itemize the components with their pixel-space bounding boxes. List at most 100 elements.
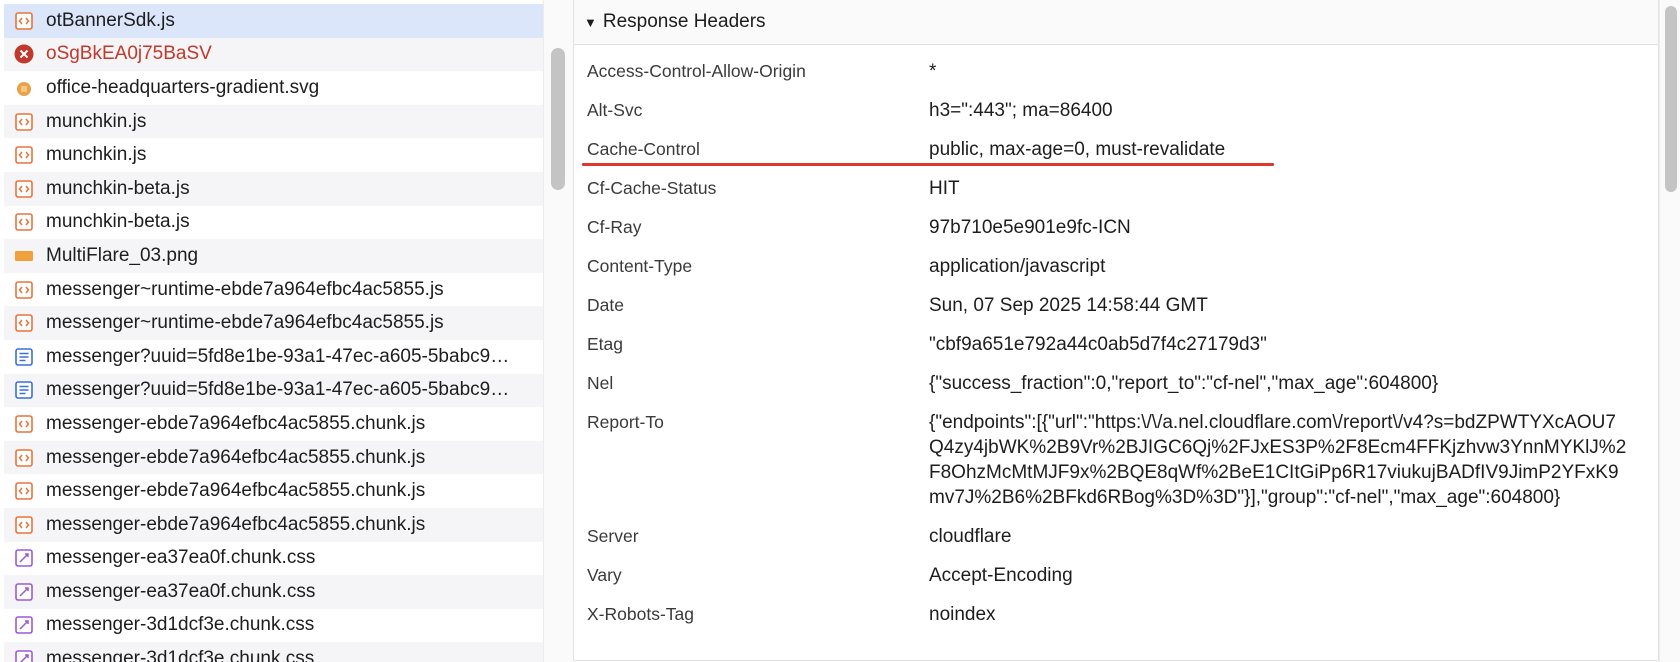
header-name: X-Robots-Tag [587, 604, 694, 624]
resource-name: messenger~runtime-ebde7a964efbc4ac5855.j… [46, 312, 444, 334]
header-name: Alt-Svc [587, 100, 643, 120]
resource-row[interactable]: messenger~runtime-ebde7a964efbc4ac5855.j… [4, 272, 543, 307]
network-inspector: otBannerSdk.js oSgBkEA0j75BaSV office-head… [0, 0, 1680, 662]
header-row: X-Robots-Tag noindex [574, 595, 1658, 634]
resource-row[interactable]: munchkin.js [4, 138, 543, 172]
resource-row[interactable]: oSgBkEA0j75BaSV [4, 37, 543, 72]
resource-row[interactable]: messenger~runtime-ebde7a964efbc4ac5855.j… [4, 306, 543, 340]
resource-list-scrollbar[interactable] [551, 48, 565, 190]
resource-name: messenger-3d1dcf3e.chunk.css [46, 648, 315, 662]
resource-row[interactable]: messenger?uuid=5fd8e1be-93a1-47ec-a605-5… [4, 339, 543, 374]
details-scrollbar[interactable] [1665, 6, 1677, 192]
header-value: 97b710e5e901e9fc-ICN [929, 217, 1131, 238]
document-icon [14, 380, 34, 400]
header-row: Server cloudflare [574, 517, 1658, 556]
header-name: Nel [587, 373, 614, 393]
header-row: Cf-Ray 97b710e5e901e9fc-ICN [574, 208, 1658, 247]
header-value: {"success_fraction":0,"report_to":"cf-ne… [929, 373, 1439, 394]
response-headers-toggle[interactable]: ▼ Response Headers [574, 0, 1658, 45]
resource-name: otBannerSdk.js [46, 9, 175, 31]
script-icon [14, 515, 34, 535]
resource-row[interactable]: MultiFlare_03.png [4, 239, 543, 273]
header-value: "cbf9a651e792a44c0ab5d7f4c27179d3" [929, 334, 1267, 355]
resource-name: munchkin.js [46, 144, 147, 166]
stylesheet-icon [14, 615, 34, 635]
header-name: Server [587, 526, 639, 546]
resource-row[interactable]: messenger-ea37ea0f.chunk.css [4, 541, 543, 576]
script-icon [14, 448, 34, 468]
header-row: Alt-Svc h3=":443"; ma=86400 [574, 91, 1658, 130]
header-row: Date Sun, 07 Sep 2025 14:58:44 GMT [574, 286, 1658, 325]
resource-name: messenger-3d1dcf3e.chunk.css [46, 614, 315, 636]
header-row: Cf-Cache-Status HIT [574, 169, 1658, 208]
resource-name: messenger-ebde7a964efbc4ac5855.chunk.js [46, 513, 426, 535]
resource-name: messenger~runtime-ebde7a964efbc4ac5855.j… [46, 278, 444, 300]
resource-row[interactable]: messenger-3d1dcf3e.chunk.css [4, 608, 543, 643]
script-icon [14, 179, 34, 199]
header-name: Cf-Ray [587, 217, 642, 237]
header-row: Access-Control-Allow-Origin * [574, 52, 1658, 91]
resource-row[interactable]: munchkin-beta.js [4, 171, 543, 206]
header-value: cloudflare [929, 526, 1012, 547]
header-value: Sun, 07 Sep 2025 14:58:44 GMT [929, 295, 1208, 316]
header-name: Cache-Control [587, 139, 700, 159]
header-value: noindex [929, 604, 996, 625]
resource-name: messenger?uuid=5fd8e1be-93a1-47ec-a605-5… [46, 345, 510, 367]
response-headers-section: ▼ Response Headers Access-Control-Allow-… [573, 0, 1659, 661]
header-row: Nel {"success_fraction":0,"report_to":"cf… [574, 364, 1658, 403]
header-value: {"endpoints":[{"url":"https:\/\/a.nel.cl… [929, 412, 1627, 508]
script-icon [14, 145, 34, 165]
disclosure-triangle-icon[interactable]: ▼ [584, 15, 597, 30]
resource-row[interactable]: messenger-ebde7a964efbc4ac5855.chunk.js [4, 507, 543, 542]
script-icon [14, 280, 34, 300]
header-name: Etag [587, 334, 623, 354]
header-row: Vary Accept-Encoding [574, 556, 1658, 595]
resource-name: messenger?uuid=5fd8e1be-93a1-47ec-a605-5… [46, 379, 510, 401]
resource-row[interactable]: messenger-ebde7a964efbc4ac5855.chunk.js [4, 440, 543, 475]
resource-name: munchkin-beta.js [46, 211, 190, 233]
resource-row[interactable]: otBannerSdk.js [4, 4, 543, 38]
resource-row[interactable]: office-headquarters-gradient.svg [4, 71, 543, 105]
resource-name: MultiFlare_03.png [46, 244, 199, 266]
svg-image-icon [14, 78, 34, 98]
resource-name: messenger-ebde7a964efbc4ac5855.chunk.js [46, 480, 426, 502]
resource-row[interactable]: messenger-ebde7a964efbc4ac5855.chunk.js [4, 407, 543, 441]
document-icon [14, 347, 34, 367]
script-icon [14, 212, 34, 232]
script-icon [14, 481, 34, 501]
header-name: Report-To [587, 412, 664, 432]
resource-row[interactable]: messenger-3d1dcf3e.chunk.css [4, 642, 543, 662]
highlight-underline [582, 163, 1274, 166]
resource-name: office-headquarters-gradient.svg [46, 76, 320, 98]
section-title: Response Headers [602, 11, 766, 32]
resource-row[interactable]: munchkin.js [4, 104, 543, 139]
header-name: Vary [587, 565, 622, 585]
header-value: Accept-Encoding [929, 565, 1073, 586]
script-icon [14, 112, 34, 132]
header-value: application/javascript [929, 256, 1106, 277]
header-value: HIT [929, 178, 960, 199]
header-value: public, max-age=0, must-revalidate [929, 139, 1226, 160]
resource-list: otBannerSdk.js oSgBkEA0j75BaSV office-head… [0, 0, 544, 662]
resource-rows: otBannerSdk.js oSgBkEA0j75BaSV office-head… [4, 4, 543, 662]
resource-row[interactable]: messenger-ebde7a964efbc4ac5855.chunk.js [4, 474, 543, 508]
details-pane: ▼ Response Headers Access-Control-Allow-… [573, 0, 1659, 662]
header-name: Access-Control-Allow-Origin [587, 61, 806, 81]
image-icon [14, 246, 34, 266]
header-value: h3=":443"; ma=86400 [929, 100, 1113, 121]
resource-name: messenger-ebde7a964efbc4ac5855.chunk.js [46, 412, 426, 434]
resource-row[interactable]: messenger-ea37ea0f.chunk.css [4, 575, 543, 609]
header-row: Report-To {"endpoints":[{"url":"https:\/\… [574, 403, 1658, 517]
stylesheet-icon [14, 582, 34, 602]
script-icon [14, 313, 34, 333]
header-name: Content-Type [587, 256, 693, 276]
resource-name: messenger-ea37ea0f.chunk.css [46, 580, 316, 602]
resource-row[interactable]: munchkin-beta.js [4, 205, 543, 240]
resource-name: munchkin.js [46, 110, 147, 132]
error-icon [14, 44, 34, 64]
resource-row[interactable]: messenger?uuid=5fd8e1be-93a1-47ec-a605-5… [4, 373, 543, 408]
header-row: Etag "cbf9a651e792a44c0ab5d7f4c27179d3" [574, 325, 1658, 364]
stylesheet-icon [14, 548, 34, 568]
header-rows: Access-Control-Allow-Origin * Alt-Svc h3=":… [574, 52, 1658, 634]
resource-name: messenger-ea37ea0f.chunk.css [46, 547, 316, 569]
